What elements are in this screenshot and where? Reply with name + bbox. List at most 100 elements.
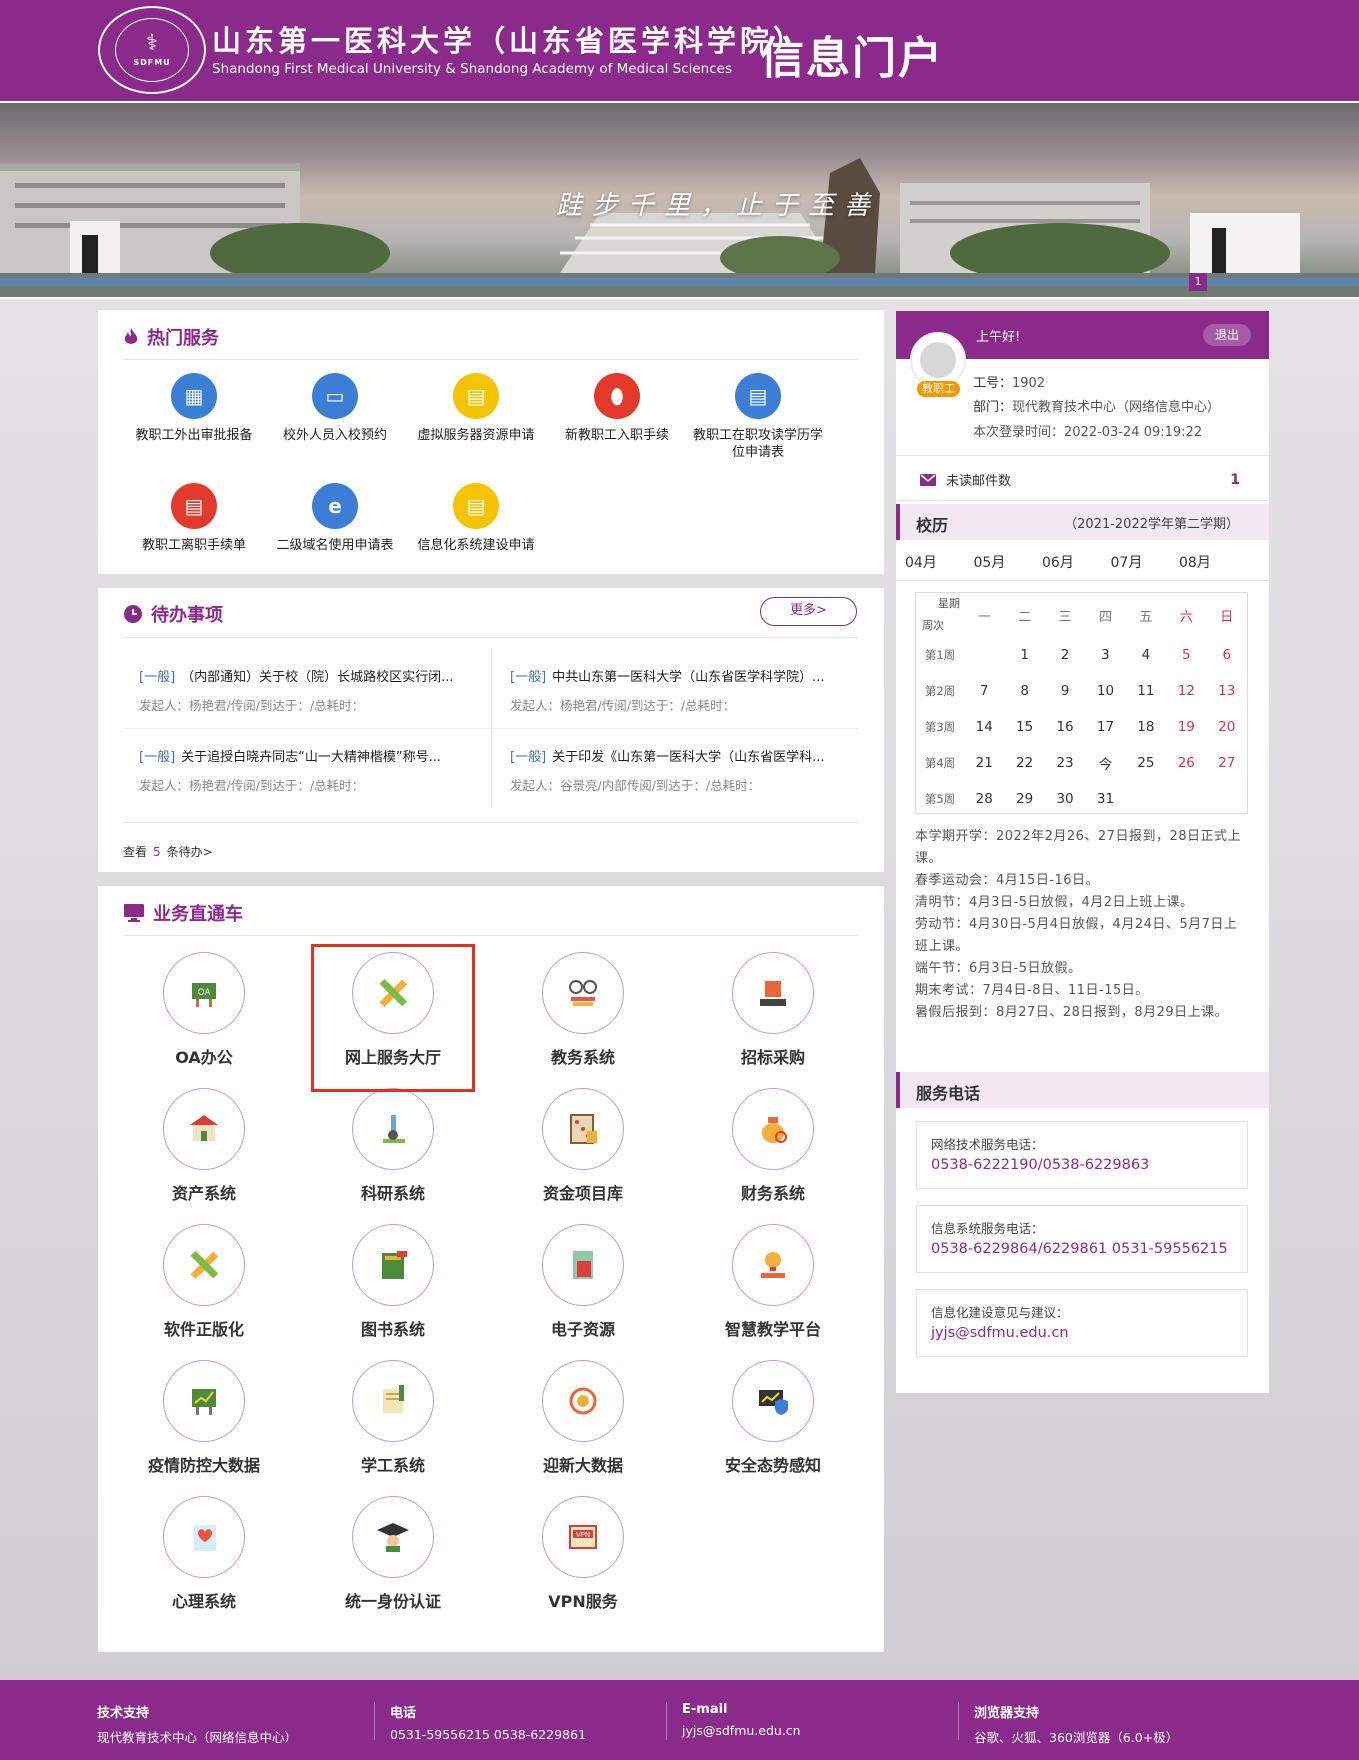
calendar-day[interactable]: 2 [1045,637,1085,673]
calendar-day[interactable]: 12 [1166,673,1206,709]
business-tile[interactable]: 资金项目库 [508,1088,658,1204]
calendar-note: 端午节：6月3日-5日放假。 [915,961,1082,976]
business-tile-label: 安全态势感知 [724,1456,821,1475]
hot-service-label: 校外人员入校预约 [282,428,387,443]
business-tile[interactable]: 软件正版化 [129,1224,279,1340]
todo-more-button[interactable]: 更多> [760,597,857,626]
calendar-day[interactable]: 16 [1045,709,1085,745]
weekday-header: 四 [1098,609,1112,625]
month-tab[interactable]: 04月 [905,552,974,572]
feedback-email-link[interactable]: jyjs@sdfmu.edu.cn [931,1325,1233,1341]
stamp-icon: ⬮ [594,373,640,419]
business-tile[interactable]: 科研系统 [318,1088,468,1204]
building-icon [163,1088,245,1170]
calendar-day[interactable]: 6 [1207,637,1247,673]
calendar-header: 校历 （2021-2022学年第二学期） [896,504,1269,540]
calendar-day[interactable]: 29 [1004,781,1044,817]
calendar-day[interactable]: 30 [1045,781,1085,817]
login-time: 本次登录时间：2022-03-24 09:19:22 [973,425,1203,440]
business-tile[interactable]: VPN VPN服务 [508,1496,658,1612]
calendar-day[interactable]: 20 [1207,709,1247,745]
calendar-day[interactable]: 27 [1207,745,1247,781]
hot-service-item[interactable]: ⬮ 新教职工入职手续 [547,373,687,444]
banner-slide-indicator[interactable]: 1 [1189,273,1207,291]
logout-button[interactable]: 退出 [1203,324,1251,346]
business-tile[interactable]: 图书系统 [318,1224,468,1340]
calendar-day[interactable] [1207,781,1247,817]
todo-item[interactable]: [一般] 关于追授白晓卉同志“山一大精神楷模”称号... 发起人：杨艳君/传阅/到… [139,746,489,794]
hot-service-item[interactable]: ▤ 教职工在职攻读学历学位申请表 [688,373,828,461]
business-tile[interactable]: 财务系统 [698,1088,848,1204]
hot-service-item[interactable]: ▦ 教职工外出审批报备 [124,373,264,444]
calendar-day[interactable]: 4 [1126,637,1166,673]
calendar-day[interactable]: 3 [1085,637,1125,673]
hot-service-item[interactable]: ▤ 虚拟服务器资源申请 [406,373,546,444]
business-tile-label: 智慧教学平台 [724,1320,821,1339]
calendar-day[interactable]: 14 [964,709,1004,745]
footer-browser-text: 谷歌、火狐、360浏览器（6.0+极） [974,1730,1179,1745]
calendar-day[interactable]: 10 [1085,673,1125,709]
calendar-day[interactable] [1166,781,1206,817]
business-tile[interactable]: 智慧教学平台 [698,1224,848,1340]
mail-divider [896,500,1269,501]
svg-text:VPN: VPN [576,1531,590,1539]
university-logo: ⚕ SDFMU [98,6,206,94]
business-tile[interactable]: OA OA办公 [129,952,279,1068]
calendar-day[interactable]: 8 [1004,673,1044,709]
calendar-day[interactable]: 15 [1004,709,1044,745]
hot-service-label: 虚拟服务器资源申请 [417,428,535,443]
business-tile[interactable]: 安全态势感知 [698,1360,848,1476]
calendar-day[interactable]: 17 [1085,709,1125,745]
business-tile-label: 软件正版化 [163,1320,244,1339]
business-tile[interactable]: 疫情防控大数据 [129,1360,279,1476]
calendar-day[interactable]: 11 [1126,673,1166,709]
calendar-day[interactable]: 23 [1045,745,1085,781]
calendar-day[interactable]: 9 [1045,673,1085,709]
todo-item[interactable]: [一般] 关于印发《山东第一医科大学（山东省医学科... 发起人：谷景亮/内部传阅… [510,746,860,794]
calendar-day[interactable]: 25 [1126,745,1166,781]
calendar-day[interactable]: 5 [1166,637,1206,673]
calendar-day[interactable]: 7 [964,673,1004,709]
calendar-day[interactable] [964,637,1004,673]
todo-item[interactable]: [一般] （内部通知）关于校（院）长城路校区实行闭... 发起人：杨艳君/传阅/到… [139,666,489,714]
user-id: 工号：1902 [973,376,1046,391]
calendar-day[interactable]: 31 [1085,781,1125,817]
calendar-day[interactable]: 19 [1166,709,1206,745]
business-tile[interactable]: 心理系统 [129,1496,279,1612]
hot-service-item[interactable]: e 二级域名使用申请表 [265,483,405,554]
week-label: 第4周 [924,756,956,770]
todo-view-all-link[interactable]: 查看 5 条待办> [123,843,213,860]
todo-item[interactable]: [一般] 中共山东第一医科大学（山东省医学科学院）... 发起人：杨艳君/传阅/到… [510,666,860,714]
business-tile[interactable]: 招标采购 [698,952,848,1068]
hot-service-item[interactable]: ▤ 信息化系统建设申请 [406,483,546,554]
hot-service-label: 教职工外出审批报备 [135,428,253,443]
lightbulb-book-icon [732,1224,814,1306]
hot-service-item[interactable]: ▤ 教职工离职手续单 [124,483,264,554]
hot-service-item[interactable]: ▭ 校外人员入校预约 [265,373,405,444]
calendar-day[interactable]: 22 [1004,745,1044,781]
calendar-day[interactable]: 26 [1166,745,1206,781]
heart-pulse-icon [163,1496,245,1578]
business-tile[interactable]: 电子资源 [508,1224,658,1340]
calendar-day[interactable]: 1 [1004,637,1044,673]
month-tab[interactable]: 08月 [1179,552,1248,572]
calendar-day[interactable]: 18 [1126,709,1166,745]
business-tile[interactable]: 资产系统 [129,1088,279,1204]
wallet-icon: ▭ [312,373,358,419]
calendar-day[interactable]: 28 [964,781,1004,817]
calendar-day[interactable]: 21 [964,745,1004,781]
calendar-grid: 星期 周次 一 二 三 四 五 六 日 第1周 1 2 3 4 5 6 第2周 7 8 9 10 11 12… [915,592,1248,814]
calendar-day[interactable]: 13 [1207,673,1247,709]
calendar-day[interactable]: 今 [1085,745,1125,781]
monitor-icon [123,903,145,923]
month-tab[interactable]: 05月 [974,552,1043,572]
unread-mail-row[interactable]: 未读邮件数 1 [920,470,1240,489]
business-tile[interactable]: 教务系统 [508,952,658,1068]
month-tab[interactable]: 06月 [1042,552,1111,572]
month-tab[interactable]: 07月 [1111,552,1180,572]
business-tile[interactable]: 统一身份认证 [318,1496,468,1612]
calendar-day[interactable] [1126,781,1166,817]
weekday-header: 一 [977,609,991,625]
business-tile[interactable]: 迎新大数据 [508,1360,658,1476]
business-tile[interactable]: 学工系统 [318,1360,468,1476]
